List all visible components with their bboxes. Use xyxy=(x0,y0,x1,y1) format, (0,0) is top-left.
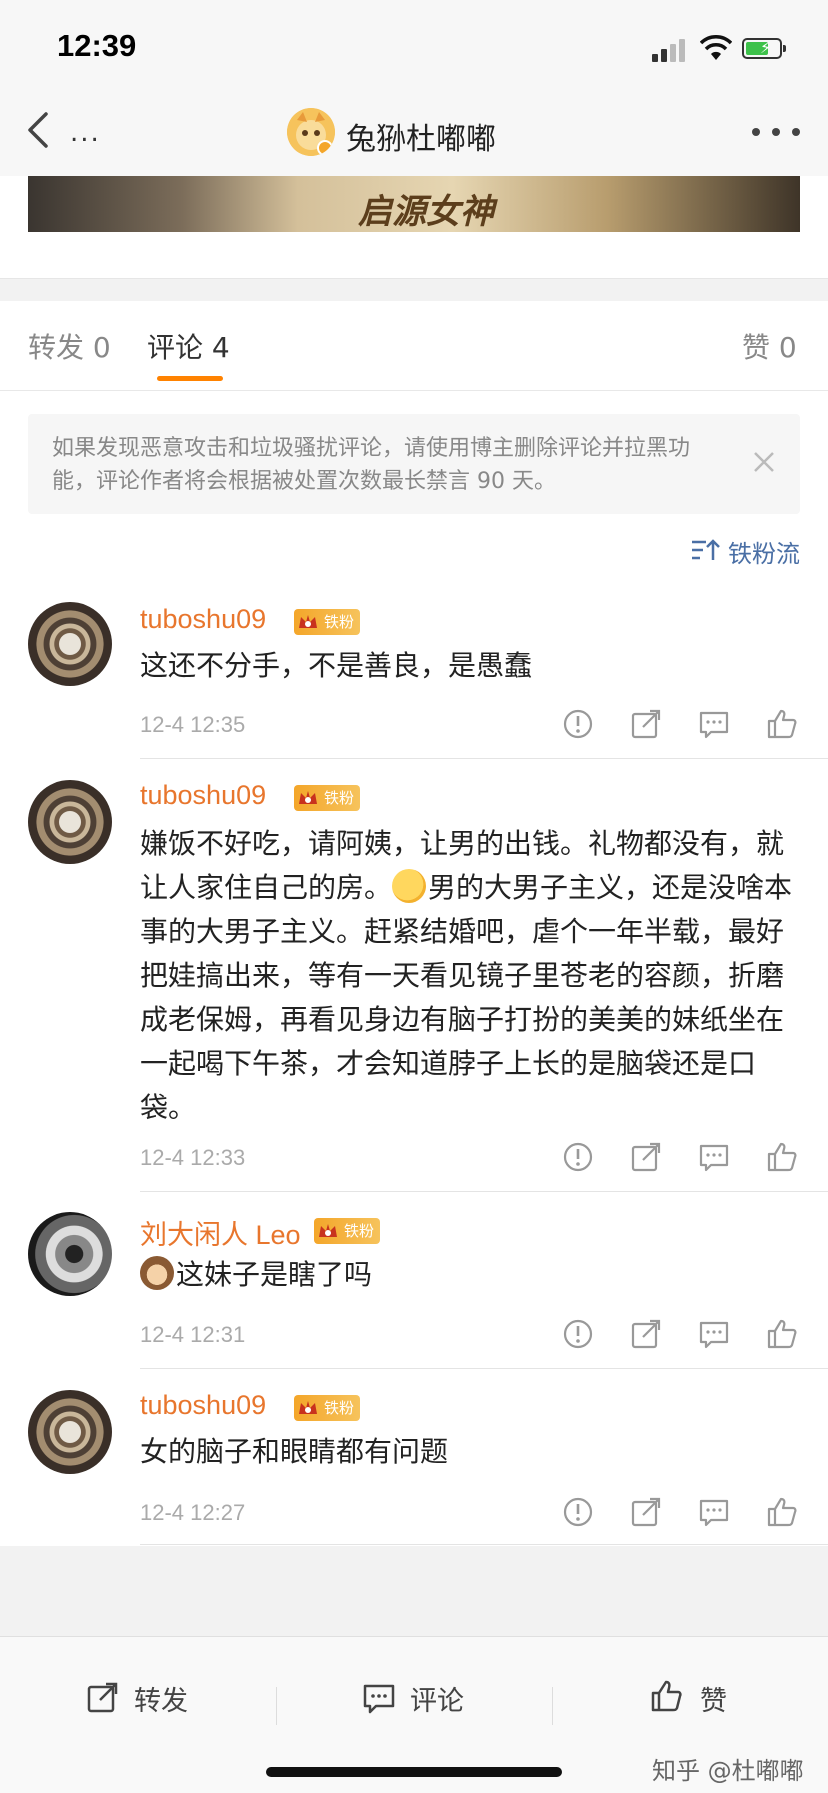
repost-icon[interactable] xyxy=(86,1681,120,1715)
fan-badge[interactable]: 铁粉 xyxy=(294,1395,361,1421)
more-options-icon[interactable] xyxy=(752,128,802,138)
comment-divider xyxy=(140,1368,828,1369)
avatar[interactable] xyxy=(28,780,112,864)
share-icon[interactable] xyxy=(630,708,662,740)
tab-repost[interactable]: 转发 0 xyxy=(28,326,111,366)
crown-icon xyxy=(299,615,317,628)
comment-time: 12-4 12:35 xyxy=(140,712,246,737)
like-button[interactable]: 赞 xyxy=(700,1679,727,1718)
tabs-divider xyxy=(0,390,828,391)
post-image-banner[interactable]: 启源女神 xyxy=(28,176,800,232)
comment-text: 女的脑子和眼睛都有问题 xyxy=(140,1435,449,1468)
wifi-icon xyxy=(700,35,732,60)
like-icon[interactable] xyxy=(766,1496,798,1528)
report-icon[interactable] xyxy=(562,1496,594,1528)
like-icon[interactable] xyxy=(766,708,798,740)
like-icon[interactable] xyxy=(766,1141,798,1173)
like-icon[interactable] xyxy=(766,1318,798,1350)
comment-button[interactable]: 评论 xyxy=(410,1679,464,1718)
share-icon[interactable] xyxy=(630,1496,662,1528)
fan-badge[interactable]: 铁粉 xyxy=(294,785,361,811)
comment-username[interactable]: tuboshu09 xyxy=(140,1390,266,1421)
moderation-notice: 如果发现恶意攻击和垃圾骚扰评论，请使用博主删除评论并拉黑功能，评论作者将会根据被… xyxy=(28,414,800,514)
notice-text: 如果发现恶意攻击和垃圾骚扰评论，请使用博主删除评论并拉黑功能，评论作者将会根据被… xyxy=(52,436,691,494)
avatar[interactable] xyxy=(28,1390,112,1474)
reply-icon[interactable] xyxy=(698,1496,730,1528)
comment-username[interactable]: tuboshu09 xyxy=(140,604,266,635)
comment-divider xyxy=(140,758,828,759)
page-title[interactable]: 兔狲杜嘟嘟 xyxy=(346,114,496,158)
crown-icon xyxy=(319,1224,337,1237)
comment-text: 这妹子是瞎了吗 xyxy=(140,1253,810,1297)
bottom-divider xyxy=(552,1687,553,1725)
see-no-evil-monkey-icon xyxy=(140,1256,174,1290)
report-icon[interactable] xyxy=(562,1141,594,1173)
crown-icon xyxy=(299,1401,317,1414)
reply-icon[interactable] xyxy=(698,708,730,740)
share-icon[interactable] xyxy=(630,1141,662,1173)
comment-text: 嫌饭不好吃，请阿姨，让男的出钱。礼物都没有，就让人家住自己的房。 男的大男子主义，… xyxy=(140,827,793,1124)
sweat-emoji-icon xyxy=(392,869,427,903)
bottom-action-bar: 转发 评论 赞 知乎 @杜嘟嘟 xyxy=(0,1636,828,1793)
like-icon[interactable] xyxy=(650,1679,684,1713)
back-arrow-icon[interactable] xyxy=(24,110,54,150)
back-label[interactable]: ... xyxy=(70,118,101,148)
active-tab-indicator xyxy=(157,376,223,381)
comment-divider xyxy=(140,1191,828,1192)
report-icon[interactable] xyxy=(562,708,594,740)
banner-text: 启源女神 xyxy=(358,192,494,232)
status-time: 12:39 xyxy=(57,28,137,63)
comment-icon[interactable] xyxy=(362,1681,396,1715)
sort-label[interactable]: 铁粉流 xyxy=(728,534,800,569)
comment-time: 12-4 12:31 xyxy=(140,1322,246,1347)
comment-username[interactable]: 刘大闲人 Leo xyxy=(140,1213,301,1252)
tab-comments[interactable]: 评论 4 xyxy=(147,326,230,366)
comment-text: 这还不分手，不是善良，是愚蠢 xyxy=(140,649,533,682)
bottom-divider xyxy=(276,1687,277,1725)
crown-icon xyxy=(299,791,317,804)
battery-icon: ⚡ xyxy=(742,38,786,59)
avatar[interactable] xyxy=(28,1212,112,1296)
sort-icon[interactable] xyxy=(690,538,720,562)
cellular-signal-icon xyxy=(652,38,688,62)
tab-likes[interactable]: 赞 0 xyxy=(742,326,797,366)
list-end-spacer xyxy=(0,1546,828,1636)
close-icon[interactable] xyxy=(750,448,778,476)
reply-icon[interactable] xyxy=(698,1318,730,1350)
repost-button[interactable]: 转发 xyxy=(134,1679,188,1718)
fan-badge[interactable]: 铁粉 xyxy=(294,609,361,635)
comment-time: 12-4 12:27 xyxy=(140,1500,246,1525)
fan-badge[interactable]: 铁粉 xyxy=(314,1218,381,1244)
report-icon[interactable] xyxy=(562,1318,594,1350)
poster-avatar[interactable] xyxy=(287,108,335,156)
share-icon[interactable] xyxy=(630,1318,662,1350)
comment-username[interactable]: tuboshu09 xyxy=(140,780,266,811)
avatar[interactable] xyxy=(28,602,112,686)
comment-divider xyxy=(140,1544,828,1545)
reply-icon[interactable] xyxy=(698,1141,730,1173)
comment-time: 12-4 12:33 xyxy=(140,1145,246,1170)
section-separator xyxy=(0,278,828,301)
home-indicator[interactable] xyxy=(266,1767,562,1777)
watermark: 知乎 @杜嘟嘟 xyxy=(652,1757,804,1785)
